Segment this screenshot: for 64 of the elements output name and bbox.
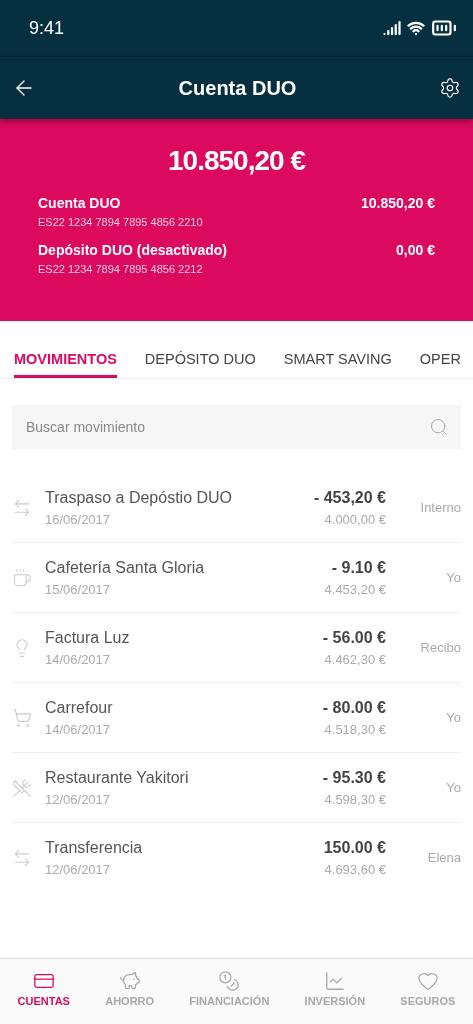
movement-balance: 4.000,00 € xyxy=(324,511,386,527)
wifi-icon xyxy=(407,19,425,37)
coins-icon xyxy=(218,970,241,992)
movement-row[interactable]: Traspaso a Depóstio DUO 16/06/2017 - 453,20 € 4.000,00 € Interno xyxy=(12,473,461,543)
movement-date: 15/06/2017 xyxy=(45,581,112,597)
movement-tag: Recibo xyxy=(386,640,461,655)
tab[interactable]: SMART SAVING xyxy=(283,351,392,378)
movement-balance: 4.598,30 € xyxy=(324,791,386,807)
account-amount: 10.850,20 € xyxy=(361,195,435,213)
movement-row[interactable]: Transferencia 12/06/2017 150.00 € 4.693,60 € Elena xyxy=(12,823,461,892)
movement-title: Transferencia xyxy=(45,838,144,857)
tab[interactable]: MOVIMIENTOS xyxy=(14,351,117,378)
movement-title: Cafetería Santa Gloria xyxy=(45,558,206,577)
movement-tag: Elena xyxy=(386,850,461,865)
movement-balance: 4.453,20 € xyxy=(324,581,386,597)
movement-tag: Yo xyxy=(386,780,461,795)
movement-title: Restaurante Yakitori xyxy=(45,768,190,787)
line-chart-icon xyxy=(323,970,346,992)
search-field[interactable]: Buscar movimiento xyxy=(12,405,461,449)
movement-date: 14/06/2017 xyxy=(45,651,112,667)
account-name: Cuenta DUO xyxy=(38,195,122,211)
arrows-icon xyxy=(12,497,32,518)
tab[interactable]: DEPÓSITO DUO xyxy=(144,351,256,378)
movement-amount: - 453,20 € xyxy=(313,488,386,507)
movement-amount: - 95.30 € xyxy=(322,768,386,787)
movement-title: Carrefour xyxy=(45,698,114,717)
heart-icon xyxy=(416,970,439,992)
total-balance: 10.850,20 € xyxy=(168,145,305,177)
arrows-icon xyxy=(12,847,32,868)
movement-row[interactable]: Restaurante Yakitori 12/06/2017 - 95.30 € 4.598,30 € Yo xyxy=(12,753,461,823)
movement-date: 12/06/2017 xyxy=(45,861,112,877)
movement-title: Traspaso a Depóstio DUO xyxy=(45,488,234,507)
account-name: Depósito DUO (desactivado) xyxy=(38,242,228,258)
signal-icon xyxy=(383,19,401,37)
movement-tag: Interno xyxy=(386,500,461,515)
movement-balance: 4.462,30 € xyxy=(324,651,386,667)
movement-row[interactable]: Cafetería Santa Gloria 15/06/2017 - 9.10 € 4.453,20 € Yo xyxy=(12,543,461,613)
movement-date: 16/06/2017 xyxy=(45,511,112,527)
movement-title: Factura Luz xyxy=(45,628,131,647)
account-iban: ES22 1234 7894 7895 4856 2212 xyxy=(38,263,204,275)
cup-icon xyxy=(12,567,32,588)
movement-date: 12/06/2017 xyxy=(45,791,112,807)
movement-balance: 4.693,60 € xyxy=(324,861,386,877)
movement-date: 14/06/2017 xyxy=(45,721,112,737)
movement-amount: - 80.00 € xyxy=(322,698,386,717)
movement-row[interactable]: Factura Luz 14/06/2017 - 56.00 € 4.462,30 € Recibo xyxy=(12,613,461,683)
cart-icon xyxy=(12,707,32,728)
settings-button[interactable] xyxy=(439,77,461,99)
piggy-bank-icon xyxy=(118,970,141,992)
tab[interactable]: OPER xyxy=(419,351,461,378)
movement-tag: Yo xyxy=(386,710,461,725)
status-time: 9:41 xyxy=(29,17,65,39)
movement-amount: - 9.10 € xyxy=(331,558,386,577)
nav-item[interactable]: CUENTAS xyxy=(17,970,70,1007)
account-iban: ES22 1234 7894 7895 4856 2210 xyxy=(38,216,203,228)
movement-balance: 4.518,30 € xyxy=(324,721,386,737)
movement-amount: 150.00 € xyxy=(323,838,386,857)
movement-row[interactable]: Carrefour 14/06/2017 - 80.00 € 4.518,30 € Yo xyxy=(12,683,461,753)
movement-tag: Yo xyxy=(386,570,461,585)
cutlery-icon xyxy=(12,777,32,798)
page-title: Cuenta DUO xyxy=(178,76,297,100)
search-icon xyxy=(429,417,449,437)
movement-amount: - 56.00 € xyxy=(322,628,386,647)
account-amount: 0,00 € xyxy=(396,242,435,260)
